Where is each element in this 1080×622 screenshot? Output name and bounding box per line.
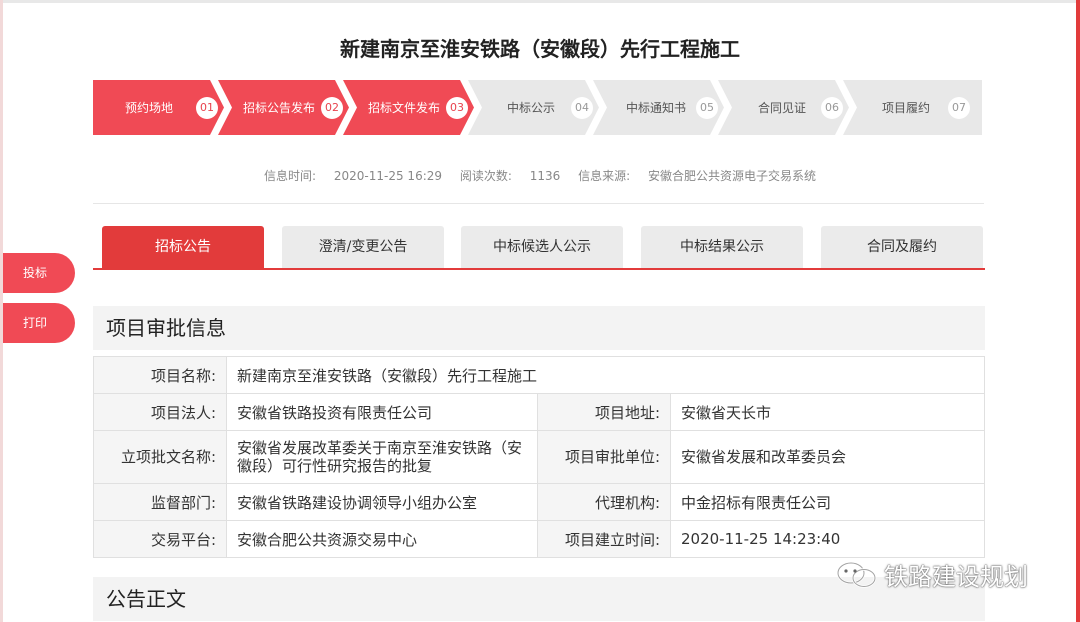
agent-value: 中金招标有限责任公司 <box>670 483 985 521</box>
right-scroll-edge <box>1076 0 1080 622</box>
step-label: 预约场地 <box>125 101 174 115</box>
step-number: 06 <box>821 97 843 119</box>
legal-person-label: 项目法人: <box>93 393 227 431</box>
wechat-icon <box>836 561 877 588</box>
created-time-value: 2020-11-25 14:23:40 <box>670 520 985 558</box>
step-winner-publicity[interactable]: 中标公示 04 <box>468 80 599 135</box>
info-source-label: 信息来源: <box>578 169 631 183</box>
approval-doc-value: 安徽省发展改革委关于南京至淮安铁路（安徽段）可行性研究报告的批复 <box>226 430 538 484</box>
platform-value: 安徽合肥公共资源交易中心 <box>226 520 538 558</box>
table-row: 监督部门: 安徽省铁路建设协调领导小组办公室 代理机构: 中金招标有限责任公司 <box>93 483 985 521</box>
tab-bar: 招标公告 澄清/变更公告 中标候选人公示 中标结果公示 合同及履约 <box>93 226 985 269</box>
info-reads-label: 阅读次数: <box>459 169 512 183</box>
top-border <box>0 0 1080 3</box>
project-name-label: 项目名称: <box>93 356 227 394</box>
table-row: 项目法人: 安徽省铁路投资有限责任公司 项目地址: 安徽省天长市 <box>93 393 985 431</box>
step-label: 项目履约 <box>882 101 931 115</box>
tab-result-publicity[interactable]: 中标结果公示 <box>641 226 803 268</box>
info-meta: 信息时间: 2020-11-25 16:29 阅读次数: 1136 信息来源: … <box>0 167 1080 184</box>
step-bid-document[interactable]: 招标文件发布 03 <box>343 80 474 135</box>
approval-doc-label: 立项批文名称: <box>93 430 227 484</box>
project-name-value: 新建南京至淮安铁路（安徽段）先行工程施工 <box>226 356 985 394</box>
agent-label: 代理机构: <box>537 483 671 521</box>
approval-unit-value: 安徽省发展和改革委员会 <box>670 430 985 484</box>
tab-clarification[interactable]: 澄清/变更公告 <box>282 226 444 268</box>
step-label: 招标文件发布 <box>368 101 441 115</box>
step-label: 中标通知书 <box>626 101 687 115</box>
page-title: 新建南京至淮安铁路（安徽段）先行工程施工 <box>340 37 740 61</box>
step-number: 04 <box>571 97 593 119</box>
step-number: 01 <box>196 97 218 119</box>
info-time-label: 信息时间: <box>264 169 317 183</box>
step-bid-notice[interactable]: 招标公告发布 02 <box>218 80 349 135</box>
table-row: 立项批文名称: 安徽省发展改革委关于南京至淮安铁路（安徽段）可行性研究报告的批复… <box>93 430 985 484</box>
approval-info-table: 项目名称: 新建南京至淮安铁路（安徽段）先行工程施工 项目法人: 安徽省铁路投资… <box>93 356 985 558</box>
supervisor-label: 监督部门: <box>93 483 227 521</box>
tab-candidate-publicity[interactable]: 中标候选人公示 <box>461 226 623 268</box>
project-address-value: 安徽省天长市 <box>670 393 985 431</box>
step-contract-witness[interactable]: 合同见证 06 <box>718 80 849 135</box>
tab-contract-performance[interactable]: 合同及履约 <box>821 226 983 268</box>
info-time-value: 2020-11-25 16:29 <box>333 169 443 183</box>
table-row: 交易平台: 安徽合肥公共资源交易中心 项目建立时间: 2020-11-25 14… <box>93 520 985 558</box>
step-project-performance[interactable]: 项目履约 07 <box>843 80 982 135</box>
step-number: 02 <box>321 97 343 119</box>
tab-bid-notice[interactable]: 招标公告 <box>102 226 264 268</box>
watermark-text: 铁路建设规划 <box>884 563 1028 591</box>
section-approval-title: 项目审批信息 <box>93 306 985 350</box>
table-row: 项目名称: 新建南京至淮安铁路（安徽段）先行工程施工 <box>93 356 985 394</box>
step-number: 07 <box>948 97 970 119</box>
step-award-notice[interactable]: 中标通知书 05 <box>593 80 724 135</box>
progress-steps: 预约场地 01 招标公告发布 02 招标文件发布 03 中标公示 04 中标通知… <box>93 80 982 135</box>
step-label: 招标公告发布 <box>243 101 316 115</box>
info-source-value: 安徽合肥公共资源电子交易系统 <box>647 169 816 183</box>
bid-button[interactable]: 投标 <box>3 253 75 293</box>
supervisor-value: 安徽省铁路建设协调领导小组办公室 <box>226 483 538 521</box>
project-address-label: 项目地址: <box>537 393 671 431</box>
platform-label: 交易平台: <box>93 520 227 558</box>
step-number: 03 <box>446 97 468 119</box>
step-reserve-venue[interactable]: 预约场地 01 <box>93 80 224 135</box>
step-number: 05 <box>696 97 718 119</box>
info-reads-value: 1136 <box>529 169 561 183</box>
created-time-label: 项目建立时间: <box>537 520 671 558</box>
print-button[interactable]: 打印 <box>3 303 75 343</box>
divider <box>93 203 984 204</box>
tab-underline <box>93 268 985 270</box>
legal-person-value: 安徽省铁路投资有限责任公司 <box>226 393 538 431</box>
step-label: 合同见证 <box>758 101 807 115</box>
step-label: 中标公示 <box>507 101 556 115</box>
approval-unit-label: 项目审批单位: <box>537 430 671 484</box>
